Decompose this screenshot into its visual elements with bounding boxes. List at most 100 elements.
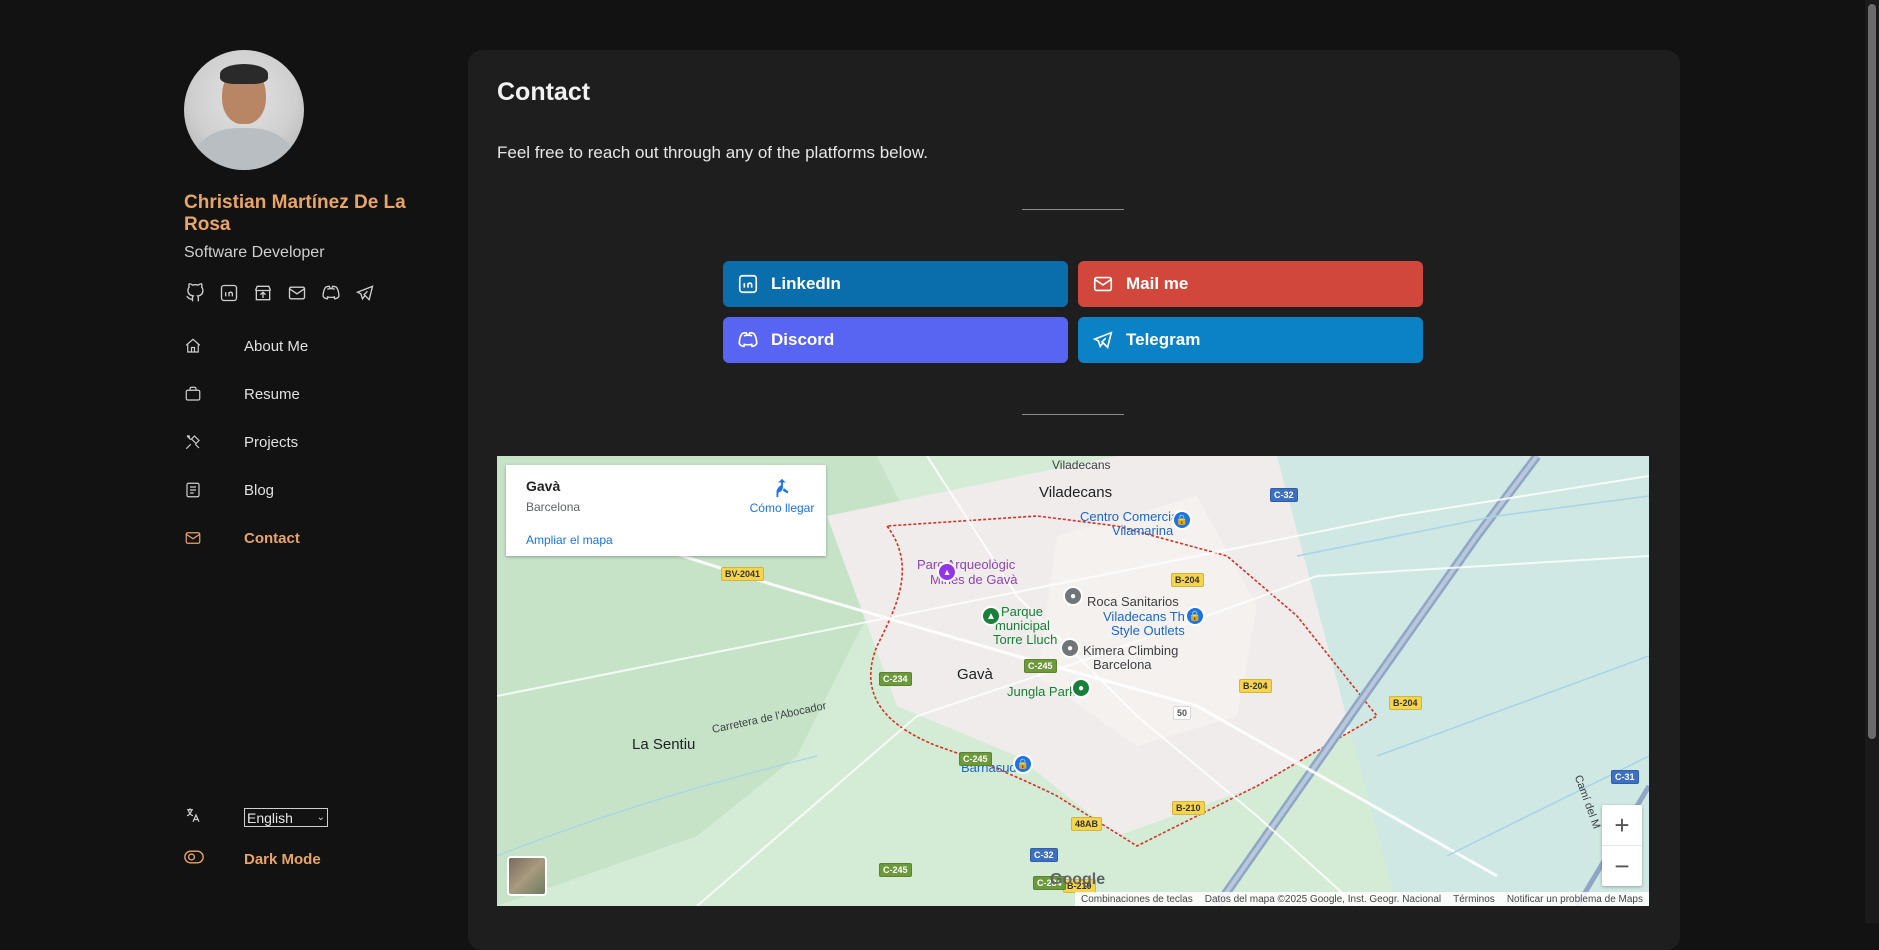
map-label: Gavà (957, 666, 993, 683)
road-shield: C-31 (1611, 770, 1639, 784)
telegram-button[interactable]: Telegram (1078, 317, 1423, 363)
linkedin-icon[interactable] (218, 282, 240, 304)
road-shield: C-245 (1024, 659, 1057, 673)
road-shield: C-245 (959, 752, 992, 766)
map-label: Style Outlets (1111, 623, 1185, 638)
scrollbar-thumb[interactable] (1868, 4, 1876, 739)
zoom-in-button[interactable]: + (1602, 805, 1642, 845)
road-shield: C-245 (879, 863, 912, 877)
road-shield: C-32 (1030, 848, 1058, 862)
social-links (184, 282, 444, 304)
dark-mode-toggle[interactable]: Dark Mode (184, 850, 321, 869)
map-label: Vilamarina (1112, 523, 1174, 538)
language-value: English (247, 809, 293, 826)
road-shield: C-32 (1270, 488, 1298, 502)
map-label: Kimera Climbing (1083, 643, 1179, 658)
language-select[interactable]: English ⌄ (244, 808, 328, 827)
road-shield: 50 (1173, 706, 1192, 720)
telegram-button-label: Telegram (1126, 330, 1201, 349)
nav-item-about[interactable]: About Me (184, 322, 444, 370)
map-label: Jungla Park (1007, 684, 1076, 699)
tools-icon (184, 433, 244, 451)
report-problem-link[interactable]: Notificar un problema de Maps (1507, 894, 1643, 905)
map-label: Torre Lluch (993, 632, 1058, 647)
chevron-down-icon: ⌄ (316, 812, 325, 823)
shopping-pin-icon[interactable]: 🔒 (1185, 606, 1205, 626)
telegram-icon (1092, 331, 1113, 349)
divider (1022, 209, 1124, 210)
sidebar: Christian Martínez De La Rosa Software D… (184, 50, 444, 910)
scrollbar[interactable] (1865, 0, 1879, 923)
map-label: Roca Sanitarios (1087, 594, 1179, 609)
linkedin-icon (738, 274, 758, 294)
map-label: Viladecans The (1103, 609, 1193, 624)
google-logo: Google (1050, 871, 1106, 888)
nav-item-label: Resume (244, 385, 300, 403)
map-data-text: Datos del mapa ©2025 Google, Inst. Geogr… (1204, 893, 1442, 905)
store-icon[interactable] (252, 282, 274, 304)
contact-intro: Feel free to reach out through any of th… (497, 143, 928, 162)
nav-item-projects[interactable]: Projects (184, 418, 444, 466)
map-label: Parc Arqueològic (917, 557, 1016, 572)
shopping-pin-icon[interactable]: 🔒 (1172, 510, 1192, 530)
terms-link[interactable]: Términos (1453, 894, 1495, 905)
zoom-out-button[interactable]: − (1602, 846, 1642, 886)
road-shield: B-204 (1389, 696, 1422, 710)
map-label: Centro Comercial (1080, 509, 1182, 524)
toggle-icon (184, 850, 244, 869)
mail-icon[interactable] (286, 282, 308, 304)
document-icon (184, 481, 244, 499)
museum-pin-icon[interactable]: ▴ (937, 562, 957, 582)
map-place-region: Barcelona (526, 500, 581, 514)
map-label: Barcelona (1093, 657, 1152, 672)
enlarge-map-link[interactable]: Ampliar el mapa (526, 533, 613, 547)
map-label: Viladecans (1052, 458, 1111, 472)
zoom-controls: + − (1602, 805, 1642, 886)
language-setting: English ⌄ (184, 806, 328, 829)
directions-button[interactable]: Cómo llegar (742, 477, 822, 515)
place-pin-icon[interactable]: ● (1060, 638, 1080, 658)
road-shield: 48AB (1071, 817, 1103, 831)
telegram-icon[interactable] (354, 282, 376, 304)
road-shield: B-210 (1172, 801, 1205, 815)
contact-card: Contact Feel free to reach out through a… (468, 50, 1680, 950)
nav-item-blog[interactable]: Blog (184, 466, 444, 514)
page-title: Contact (497, 78, 591, 106)
park-pin-icon[interactable]: ● (1071, 678, 1091, 698)
mail-icon (184, 529, 244, 547)
github-icon[interactable] (184, 282, 206, 304)
main-nav: About Me Resume Projects Blog Contact (184, 322, 444, 562)
map-label: La Sentiu (632, 736, 696, 753)
place-pin-icon[interactable]: ● (1063, 586, 1083, 606)
mail-button-label: Mail me (1126, 274, 1189, 293)
directions-label: Cómo llegar (749, 501, 815, 515)
nav-item-contact[interactable]: Contact (184, 514, 444, 562)
nav-item-label: Projects (244, 433, 299, 451)
google-map[interactable]: Gavà Barcelona Ampliar el mapa Cómo lleg… (497, 456, 1649, 906)
map-label: Parque (1001, 604, 1043, 619)
discord-icon (738, 331, 758, 348)
divider (1022, 414, 1124, 415)
dark-mode-label: Dark Mode (244, 851, 321, 868)
shopping-pin-icon[interactable]: 🔒 (1013, 754, 1033, 774)
home-icon (184, 337, 244, 355)
road-shield: BV-2041 (721, 567, 765, 581)
park-pin-icon[interactable]: ▲ (981, 606, 1001, 626)
linkedin-button[interactable]: LinkedIn (723, 261, 1068, 307)
discord-button[interactable]: Discord (723, 317, 1068, 363)
translate-icon (184, 806, 244, 829)
nav-item-resume[interactable]: Resume (184, 370, 444, 418)
nav-item-label: About Me (244, 337, 309, 355)
road-shield: B-204 (1171, 573, 1204, 587)
discord-icon[interactable] (320, 282, 342, 304)
map-attribution: Combinaciones de teclas Datos del mapa ©… (1074, 892, 1649, 906)
briefcase-icon (184, 385, 244, 403)
linkedin-button-label: LinkedIn (771, 274, 841, 293)
discord-button-label: Discord (771, 330, 835, 349)
mail-button[interactable]: Mail me (1078, 261, 1423, 307)
keyboard-shortcuts-link[interactable]: Combinaciones de teclas (1081, 894, 1193, 905)
road-shield: C-234 (879, 672, 912, 686)
nav-item-label: Contact (244, 529, 300, 547)
satellite-toggle[interactable] (507, 856, 547, 896)
road-shield: B-204 (1239, 679, 1272, 693)
